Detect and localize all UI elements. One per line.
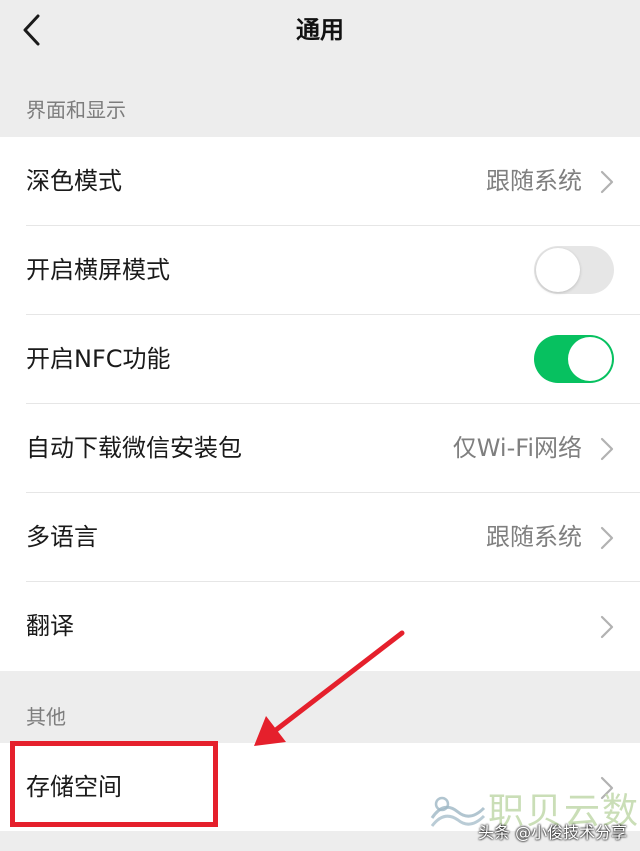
nav-bar: 通用	[0, 0, 640, 60]
toggle-knob	[568, 337, 612, 381]
setting-value: 仅Wi-Fi网络	[452, 434, 582, 462]
landscape-toggle[interactable]	[534, 246, 614, 294]
setting-row-landscape-mode: 开启横屏模式	[0, 226, 640, 315]
chevron-right-icon	[600, 170, 614, 194]
section-header-other: 其他	[26, 705, 66, 729]
setting-value: 跟随系统	[486, 523, 582, 551]
setting-row-nfc: 开启NFC功能	[0, 315, 640, 404]
setting-row-language[interactable]: 多语言 跟随系统	[0, 493, 640, 582]
watermark-credit: 头条 @小俊技术分享	[478, 823, 628, 842]
section-header-display: 界面和显示	[26, 98, 126, 122]
chevron-right-icon	[600, 437, 614, 461]
settings-group-display: 深色模式 跟随系统 开启横屏模式 开启NFC功能 自动下载微信安装包 仅Wi-F…	[0, 137, 640, 671]
setting-row-translate[interactable]: 翻译	[0, 582, 640, 671]
nfc-toggle[interactable]	[534, 335, 614, 383]
annotation-highlight-box	[10, 741, 218, 827]
setting-label: 自动下载微信安装包	[26, 434, 242, 462]
setting-label: 开启NFC功能	[26, 345, 171, 373]
chevron-right-icon	[600, 615, 614, 639]
setting-label: 深色模式	[26, 167, 122, 195]
setting-row-dark-mode[interactable]: 深色模式 跟随系统	[0, 137, 640, 226]
setting-label: 多语言	[26, 523, 98, 551]
setting-row-auto-download[interactable]: 自动下载微信安装包 仅Wi-Fi网络	[0, 404, 640, 493]
setting-label: 翻译	[26, 612, 74, 640]
toggle-knob	[536, 248, 580, 292]
chevron-left-icon[interactable]	[16, 12, 52, 48]
page-title: 通用	[296, 16, 344, 44]
chevron-right-icon	[600, 526, 614, 550]
setting-label: 开启横屏模式	[26, 256, 170, 284]
setting-value: 跟随系统	[486, 167, 582, 195]
